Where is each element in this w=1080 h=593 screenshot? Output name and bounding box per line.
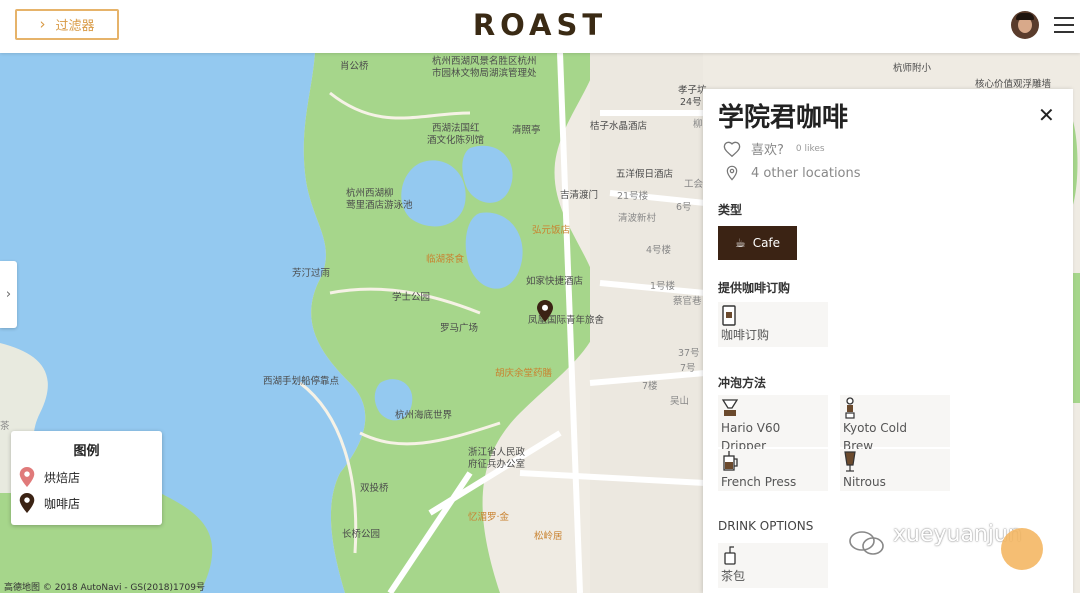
like-label: 喜欢? (751, 143, 784, 158)
poi-label[interactable]: 杭州海底世界 (395, 410, 452, 422)
poi-label[interactable]: 胡庆余堂药膳 (495, 368, 552, 380)
tea-bag-icon (721, 545, 825, 567)
cafe-title: 学院君咖啡 (718, 103, 849, 133)
subscription-heading: 提供咖啡订购 (718, 281, 791, 295)
poi-label[interactable]: 莺里酒店游泳池 (346, 200, 413, 212)
locations-label: 4 other locations (751, 165, 861, 181)
type-label: Cafe (752, 236, 781, 250)
brew-method-tile[interactable]: French Press (718, 449, 828, 491)
poi-label[interactable]: 浙江省人民政 (468, 447, 525, 459)
poi-label[interactable]: 市园林文物局湖滨管理处 (432, 68, 537, 80)
legend-label: 烘焙店 (44, 470, 81, 485)
cafe-type-button[interactable]: ☕ Cafe (718, 226, 797, 260)
poi-label[interactable]: 清波新村 (618, 213, 656, 225)
floating-action-button[interactable] (1001, 528, 1043, 570)
menu-icon[interactable] (1054, 17, 1074, 33)
poi-label[interactable]: 芳汀过雨 (292, 268, 330, 280)
drink-option-tile[interactable]: 茶包 (718, 543, 828, 588)
poi-label[interactable]: 如家快捷酒店 (526, 276, 583, 288)
poi-label[interactable]: 杭州西湖风景名胜区杭州 (432, 56, 537, 68)
type-heading: 类型 (718, 203, 743, 217)
brew-method-label: Nitrous (843, 475, 886, 489)
poi-label[interactable]: 西湖法国红 (432, 123, 480, 135)
poi-label[interactable]: 杭州西湖柳 (346, 188, 394, 200)
heart-icon[interactable] (723, 141, 741, 157)
poi-label[interactable]: 24号 (680, 97, 702, 109)
poi-label[interactable]: 五洋假日酒店 (616, 169, 673, 181)
legend-item-bakery: 烘焙店 (19, 467, 80, 487)
coffee-bag-icon (721, 304, 825, 326)
cafe-detail-panel: 学院君咖啡 ✕ 喜欢? 0 likes 4 other locations 类型… (703, 89, 1073, 593)
bakery-pin-icon (19, 467, 35, 487)
poi-label[interactable]: 吉清渡门 (560, 190, 598, 202)
chevron-right-icon: › (5, 287, 12, 302)
poi-label[interactable]: 长桥公园 (342, 529, 380, 541)
subscription-tile[interactable]: 咖啡订购 (718, 302, 828, 347)
poi-label[interactable]: 37号 (678, 348, 700, 360)
poi-label[interactable]: 7楼 (642, 381, 658, 393)
cafe-pin-icon (19, 493, 35, 513)
poi-label[interactable]: 蔡官巷 (673, 296, 702, 308)
avatar[interactable] (1011, 11, 1039, 39)
poi-label[interactable]: 学士公园 (392, 292, 430, 304)
close-icon[interactable]: ✕ (1038, 103, 1055, 127)
legend-item-cafe: 咖啡店 (19, 493, 80, 513)
poi-label[interactable]: 21号楼 (617, 191, 648, 203)
pour-over-icon (721, 397, 825, 419)
map-legend: 图例 烘焙店 咖啡店 (11, 431, 162, 525)
drink-options-heading: DRINK OPTIONS (718, 519, 814, 533)
brew-method-label: Hario V60 (721, 421, 781, 435)
nitro-glass-icon (843, 451, 947, 473)
cold-brew-tower-icon (843, 397, 947, 419)
poi-label[interactable]: 4号楼 (646, 245, 671, 257)
like-row[interactable]: 喜欢? 0 likes (723, 139, 825, 158)
poi-label[interactable]: 府征兵办公室 (468, 459, 525, 471)
poi-label[interactable]: 清照亭 (512, 125, 541, 137)
poi-label[interactable]: 临湖茶食 (426, 254, 464, 266)
coffee-cup-icon: ☕ (734, 236, 746, 250)
poi-label[interactable]: 弘元饭店 (532, 225, 570, 237)
poi-label[interactable]: 肖公桥 (340, 61, 369, 73)
cafe-marker-icon[interactable] (537, 300, 553, 322)
brew-method-tile[interactable]: Kyoto Cold Brew (840, 395, 950, 453)
poi-label[interactable]: 1号楼 (650, 281, 675, 293)
poi-label[interactable]: 酒文化陈列馆 (427, 135, 484, 147)
poi-label[interactable]: 忆湄罗·金 (468, 512, 509, 524)
subscription-label: 咖啡订购 (721, 328, 770, 342)
other-locations-link[interactable]: 4 other locations (723, 165, 861, 181)
poi-label[interactable]: 罗马广场 (440, 323, 478, 335)
poi-label[interactable]: 茶 (0, 421, 10, 433)
poi-label[interactable]: 松岭居 (534, 531, 563, 543)
brew-heading: 冲泡方法 (718, 376, 767, 390)
drink-option-label: 茶包 (721, 569, 746, 583)
poi-label[interactable]: 柳 (693, 119, 703, 131)
poi-label[interactable]: 7号 (680, 363, 696, 375)
brew-method-label: Kyoto Cold (843, 421, 907, 435)
legend-title: 图例 (73, 444, 100, 459)
brew-method-tile[interactable]: Hario V60 Dripper (718, 395, 828, 453)
top-bar: › 过滤器 ROAST (0, 0, 1080, 53)
likes-count: 0 likes (795, 143, 825, 154)
poi-label[interactable]: 西湖手划船停靠点 (263, 376, 339, 388)
poi-label[interactable]: 杭师附小 (893, 63, 931, 75)
wechat-icon (849, 531, 884, 555)
legend-label: 咖啡店 (44, 496, 81, 511)
brew-method-label: French Press (721, 475, 797, 489)
poi-label[interactable]: 6号 (676, 202, 692, 214)
poi-label[interactable]: 桔子水晶酒店 (590, 121, 647, 133)
poi-label[interactable]: 工会 (684, 179, 703, 191)
side-panel-toggle[interactable]: › (0, 261, 17, 328)
french-press-icon (721, 451, 825, 473)
brew-method-tile[interactable]: Nitrous (840, 449, 950, 491)
map-attribution: 高德地图 © 2018 AutoNavi - GS(2018)1709号 (4, 583, 205, 593)
location-pin-icon (726, 165, 738, 181)
poi-label[interactable]: 吴山 (670, 396, 689, 408)
brand-logo[interactable]: ROAST (0, 8, 1080, 42)
poi-label[interactable]: 双投桥 (360, 483, 389, 495)
